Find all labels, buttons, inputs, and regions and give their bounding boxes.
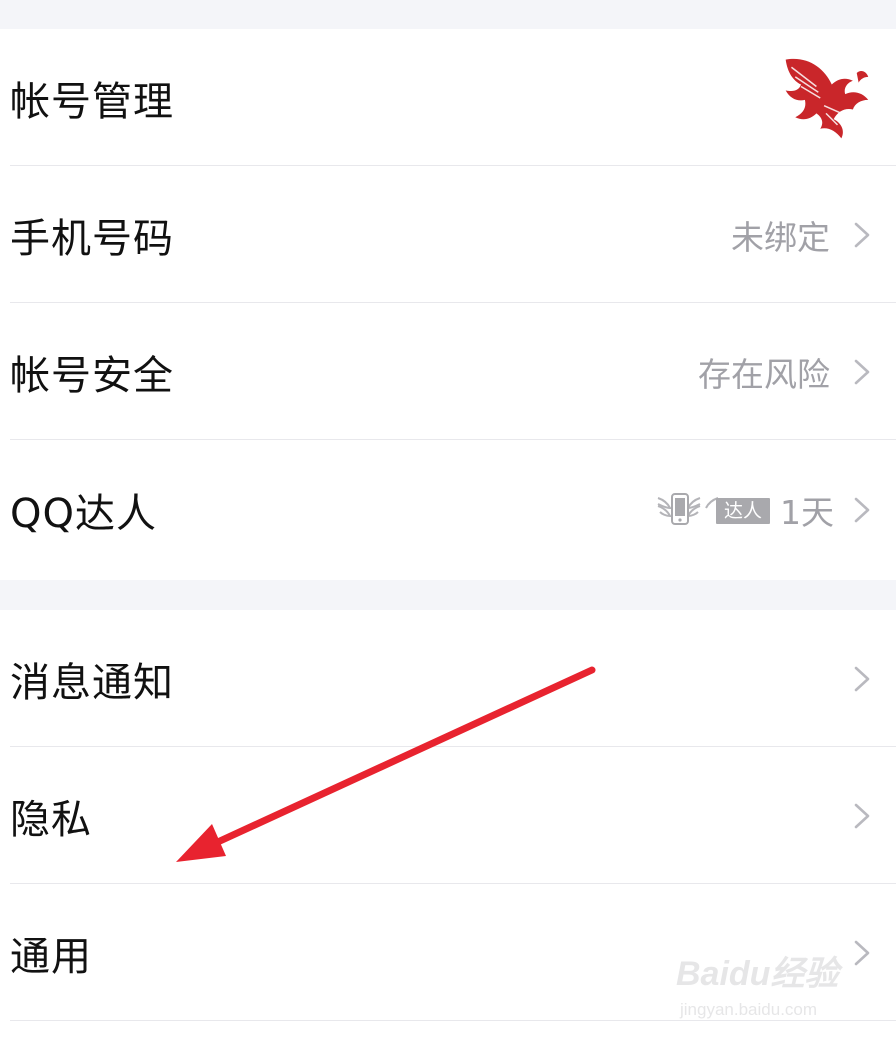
watermark-sub-text: jingyan.baidu.com [680, 1000, 818, 1019]
chevron-right-icon [854, 359, 870, 384]
section-spacer [0, 580, 896, 610]
qq-talent-badge-text: 达人 [716, 498, 770, 524]
qq-talent-badge: 达人 [656, 486, 772, 534]
row-qq-talent-value: 1天 [780, 493, 834, 532]
chevron-right-icon [854, 497, 870, 523]
row-notifications-label: 消息通知 [10, 659, 174, 706]
chevron-right-icon [854, 803, 870, 828]
row-notifications[interactable]: 消息通知 [0, 610, 896, 747]
row-phone-number[interactable]: 手机号码 未绑定 [0, 166, 896, 303]
row-account-management-label: 帐号管理 [10, 78, 174, 125]
watermark-main-text: Baidu经验 [676, 955, 839, 993]
chevron-right-icon [854, 222, 870, 247]
row-general-label: 通用 [10, 933, 92, 980]
row-account-security[interactable]: 帐号安全 存在风险 [0, 303, 896, 440]
eagle-avatar-icon [785, 58, 869, 138]
row-phone-number-label: 手机号码 [10, 215, 174, 262]
row-privacy-label: 隐私 [10, 796, 92, 843]
chevron-right-icon [854, 940, 870, 965]
row-qq-talent-label: QQ达人 [10, 491, 157, 537]
row-phone-number-value: 未绑定 [731, 217, 830, 257]
top-spacer [0, 0, 896, 29]
account-settings-group: 帐号管理 手机号码 未绑定 帐号安全 存在风险 QQ达人 达人 1天 [0, 29, 896, 580]
row-account-security-label: 帐号安全 [10, 352, 174, 399]
row-account-management[interactable]: 帐号管理 [0, 29, 896, 166]
row-privacy[interactable]: 隐私 [0, 747, 896, 884]
baidu-jingyan-watermark: Baidu经验 jingyan.baidu.com [676, 946, 846, 1026]
chevron-right-icon [854, 666, 870, 691]
row-account-security-value: 存在风险 [698, 354, 830, 394]
row-qq-talent[interactable]: QQ达人 达人 1天 [0, 440, 896, 580]
